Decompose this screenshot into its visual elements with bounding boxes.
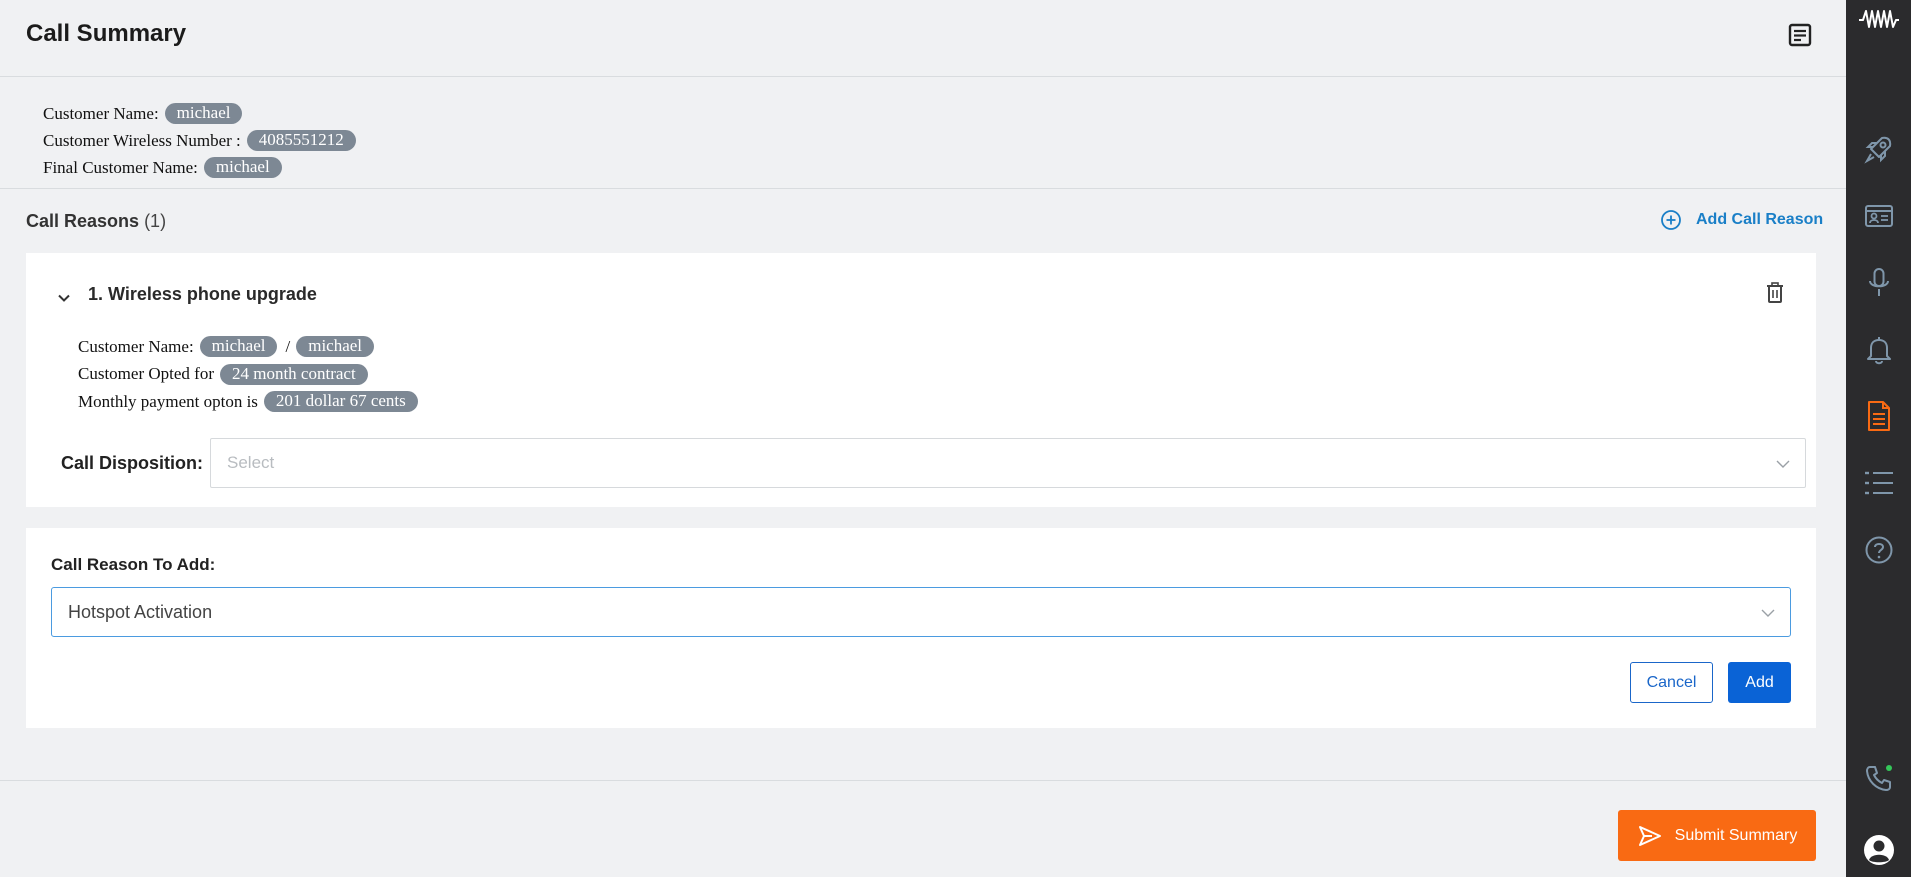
call-reason-to-add-select[interactable]: Hotspot Activation xyxy=(51,587,1791,637)
help-icon[interactable] xyxy=(1846,530,1911,570)
opted-for-row: Customer Opted for 24 month contract xyxy=(78,361,418,389)
call-reason-card: 1. Wireless phone upgrade Customer Name:… xyxy=(26,253,1816,507)
final-customer-name-row: Final Customer Name: michael xyxy=(43,154,356,181)
divider xyxy=(0,188,1846,189)
right-sidebar xyxy=(1846,0,1911,877)
add-button[interactable]: Add xyxy=(1728,662,1791,703)
divider xyxy=(0,780,1846,781)
call-reason-details: Customer Name: michael / michael Custome… xyxy=(78,333,418,416)
detail-customer-name-row: Customer Name: michael / michael xyxy=(78,333,418,361)
list-icon[interactable] xyxy=(1846,463,1911,503)
chevron-down-icon xyxy=(1775,456,1791,472)
final-customer-name-label: Final Customer Name: xyxy=(43,157,198,177)
wireless-number-pill: 4085551212 xyxy=(246,130,356,151)
send-icon xyxy=(1637,824,1663,848)
call-disposition-label: Call Disposition: xyxy=(61,453,204,473)
add-call-reason-link[interactable]: Add Call Reason xyxy=(1660,209,1823,231)
add-call-reason-card: Call Reason To Add: Hotspot Activation C… xyxy=(26,528,1816,728)
bell-icon[interactable] xyxy=(1846,330,1911,370)
page-title: Call Summary xyxy=(26,20,187,47)
final-customer-name-pill: michael xyxy=(203,157,282,178)
detail-customer-name-label: Customer Name: xyxy=(78,336,194,356)
status-dot xyxy=(1885,765,1892,771)
call-reasons-heading: Call Reasons (1) xyxy=(26,211,166,232)
call-reason-to-add-label: Call Reason To Add: xyxy=(51,555,216,574)
submit-summary-button[interactable]: Submit Summary xyxy=(1618,810,1816,861)
wireless-number-row: Customer Wireless Number : 4085551212 xyxy=(43,127,356,154)
wireless-number-label: Customer Wireless Number : xyxy=(43,130,241,150)
call-reasons-count: (1) xyxy=(144,211,167,231)
microphone-icon[interactable] xyxy=(1846,263,1911,303)
customer-name-label: Customer Name: xyxy=(43,103,159,123)
monthly-payment-label: Monthly payment opton is xyxy=(78,391,258,411)
rocket-icon[interactable] xyxy=(1846,129,1911,169)
add-call-reason-label: Add Call Reason xyxy=(1696,211,1824,228)
trash-icon[interactable] xyxy=(1764,281,1786,305)
document-icon[interactable] xyxy=(1846,396,1911,436)
call-reasons-title: Call Reasons xyxy=(26,211,140,231)
main-panel: Call Summary Customer Name: michael Cust… xyxy=(0,0,1846,877)
notes-icon[interactable] xyxy=(1786,21,1814,49)
chevron-down-icon xyxy=(1760,605,1776,621)
detail-customer-name-pill-2: michael xyxy=(296,336,375,358)
customer-name-row: Customer Name: michael xyxy=(43,100,356,127)
name-separator: / xyxy=(285,336,291,356)
plus-circle-icon xyxy=(1660,209,1682,231)
call-disposition-placeholder: Select xyxy=(227,453,275,472)
submit-summary-label: Submit Summary xyxy=(1674,826,1798,844)
user-icon[interactable] xyxy=(1846,830,1911,870)
chevron-down-icon[interactable] xyxy=(56,290,72,306)
customer-name-pill: michael xyxy=(164,103,243,124)
id-card-icon[interactable] xyxy=(1846,196,1911,236)
call-summary-info: Customer Name: michael Customer Wireless… xyxy=(43,100,356,181)
phone-icon[interactable] xyxy=(1846,758,1911,798)
detail-customer-name-pill: michael xyxy=(199,336,278,358)
monthly-payment-pill: 201 dollar 67 cents xyxy=(263,391,418,413)
cancel-button[interactable]: Cancel xyxy=(1630,662,1713,703)
header: Call Summary xyxy=(0,0,1846,77)
opted-for-label: Customer Opted for xyxy=(78,364,214,384)
call-reason-to-add-value: Hotspot Activation xyxy=(68,602,213,622)
monthly-payment-row: Monthly payment opton is 201 dollar 67 c… xyxy=(78,388,418,416)
call-reason-title: 1. Wireless phone upgrade xyxy=(88,284,317,304)
opted-for-pill: 24 month contract xyxy=(219,363,368,385)
call-disposition-select[interactable]: Select xyxy=(210,438,1806,488)
waveform-logo-icon xyxy=(1846,0,1911,40)
